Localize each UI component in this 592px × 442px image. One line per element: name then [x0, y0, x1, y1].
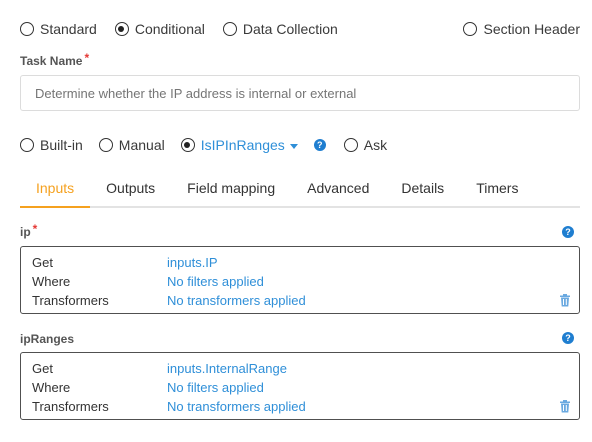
- task-name-label-text: Task Name: [20, 54, 83, 68]
- task-type-conditional-label: Conditional: [134, 21, 205, 37]
- radio-section-header[interactable]: [463, 22, 478, 36]
- task-type-data-collection-label: Data Collection: [242, 21, 338, 37]
- trash-icon[interactable]: [559, 400, 571, 413]
- task-type-section-header-label: Section Header: [483, 21, 580, 37]
- script-name: IsIPInRanges: [200, 137, 285, 153]
- tab-field-mapping[interactable]: Field mapping: [171, 170, 291, 208]
- trash-icon[interactable]: [559, 294, 571, 307]
- argument-ip-label: ip *: [20, 222, 38, 239]
- radio-built-in[interactable]: [20, 138, 34, 152]
- task-type-conditional[interactable]: Conditional: [114, 21, 205, 37]
- where-label: Where: [32, 273, 71, 289]
- task-type-data-collection[interactable]: Data Collection: [222, 21, 338, 37]
- required-mark: *: [32, 222, 38, 236]
- get-label: Get: [32, 254, 53, 270]
- tab-outputs[interactable]: Outputs: [90, 170, 171, 208]
- where-value-link[interactable]: No filters applied: [167, 274, 264, 289]
- radio-script[interactable]: [180, 138, 195, 152]
- automation-manual[interactable]: Manual: [98, 137, 165, 153]
- tab-inputs[interactable]: Inputs: [20, 170, 91, 208]
- radio-data-collection[interactable]: [222, 22, 237, 36]
- automation-manual-label: Manual: [118, 137, 165, 153]
- help-icon[interactable]: ?: [313, 139, 326, 151]
- radio-manual[interactable]: [98, 138, 113, 152]
- automation-built-in[interactable]: Built-in: [20, 137, 83, 153]
- argument-row-transformers: Transformers No transformers applied: [32, 291, 569, 309]
- help-icon[interactable]: ?: [562, 226, 574, 238]
- task-type-radio-group: Standard Conditional Data Collection Sec…: [20, 20, 580, 38]
- automation-ask-label: Ask: [363, 137, 388, 153]
- transformers-value-link[interactable]: No transformers applied: [167, 399, 306, 414]
- get-value-link[interactable]: inputs.IP: [167, 255, 218, 270]
- script-selector-dropdown[interactable]: IsIPInRanges: [201, 137, 298, 153]
- transformers-label: Transformers: [32, 398, 109, 414]
- argument-row-transformers: Transformers No transformers applied: [32, 397, 569, 415]
- get-label: Get: [32, 360, 53, 376]
- transformers-label: Transformers: [32, 292, 109, 308]
- task-name-label: Task Name *: [20, 51, 90, 68]
- automation-script[interactable]: IsIPInRanges: [180, 137, 298, 153]
- transformers-value-link[interactable]: No transformers applied: [167, 293, 306, 308]
- argument-row-where: Where No filters applied: [32, 378, 569, 396]
- automation-built-in-label: Built-in: [40, 137, 83, 153]
- get-value-link[interactable]: inputs.InternalRange: [167, 361, 287, 376]
- automation-ask[interactable]: Ask: [343, 137, 388, 153]
- argument-row-where: Where No filters applied: [32, 272, 569, 290]
- argument-row-get: Get inputs.InternalRange: [32, 359, 569, 377]
- radio-standard[interactable]: [20, 22, 34, 36]
- argument-ip-box: Get inputs.IP Where No filters applied T…: [20, 246, 580, 314]
- task-type-section-header[interactable]: Section Header: [463, 21, 580, 37]
- task-name-input[interactable]: [20, 75, 580, 111]
- tab-timers[interactable]: Timers: [460, 170, 534, 208]
- help-icon[interactable]: ?: [562, 332, 574, 344]
- task-tabs: Inputs Outputs Field mapping Advanced De…: [20, 170, 580, 208]
- automation-radio-group: Built-in Manual IsIPInRanges ? Ask: [20, 136, 403, 154]
- radio-ask[interactable]: [343, 138, 358, 152]
- chevron-down-icon: [289, 143, 298, 149]
- argument-ipranges-name: ipRanges: [20, 332, 75, 346]
- argument-row-get: Get inputs.IP: [32, 253, 569, 271]
- argument-ipranges-box: Get inputs.InternalRange Where No filter…: [20, 352, 580, 420]
- where-label: Where: [32, 379, 71, 395]
- task-type-standard[interactable]: Standard: [20, 21, 97, 37]
- tab-details[interactable]: Details: [385, 170, 460, 208]
- radio-conditional[interactable]: [114, 22, 129, 36]
- where-value-link[interactable]: No filters applied: [167, 380, 264, 395]
- argument-ipranges-label: ipRanges: [20, 332, 76, 346]
- task-type-standard-label: Standard: [40, 21, 97, 37]
- tab-advanced[interactable]: Advanced: [291, 170, 385, 208]
- argument-ip-name: ip: [20, 225, 31, 239]
- required-mark: *: [84, 51, 90, 65]
